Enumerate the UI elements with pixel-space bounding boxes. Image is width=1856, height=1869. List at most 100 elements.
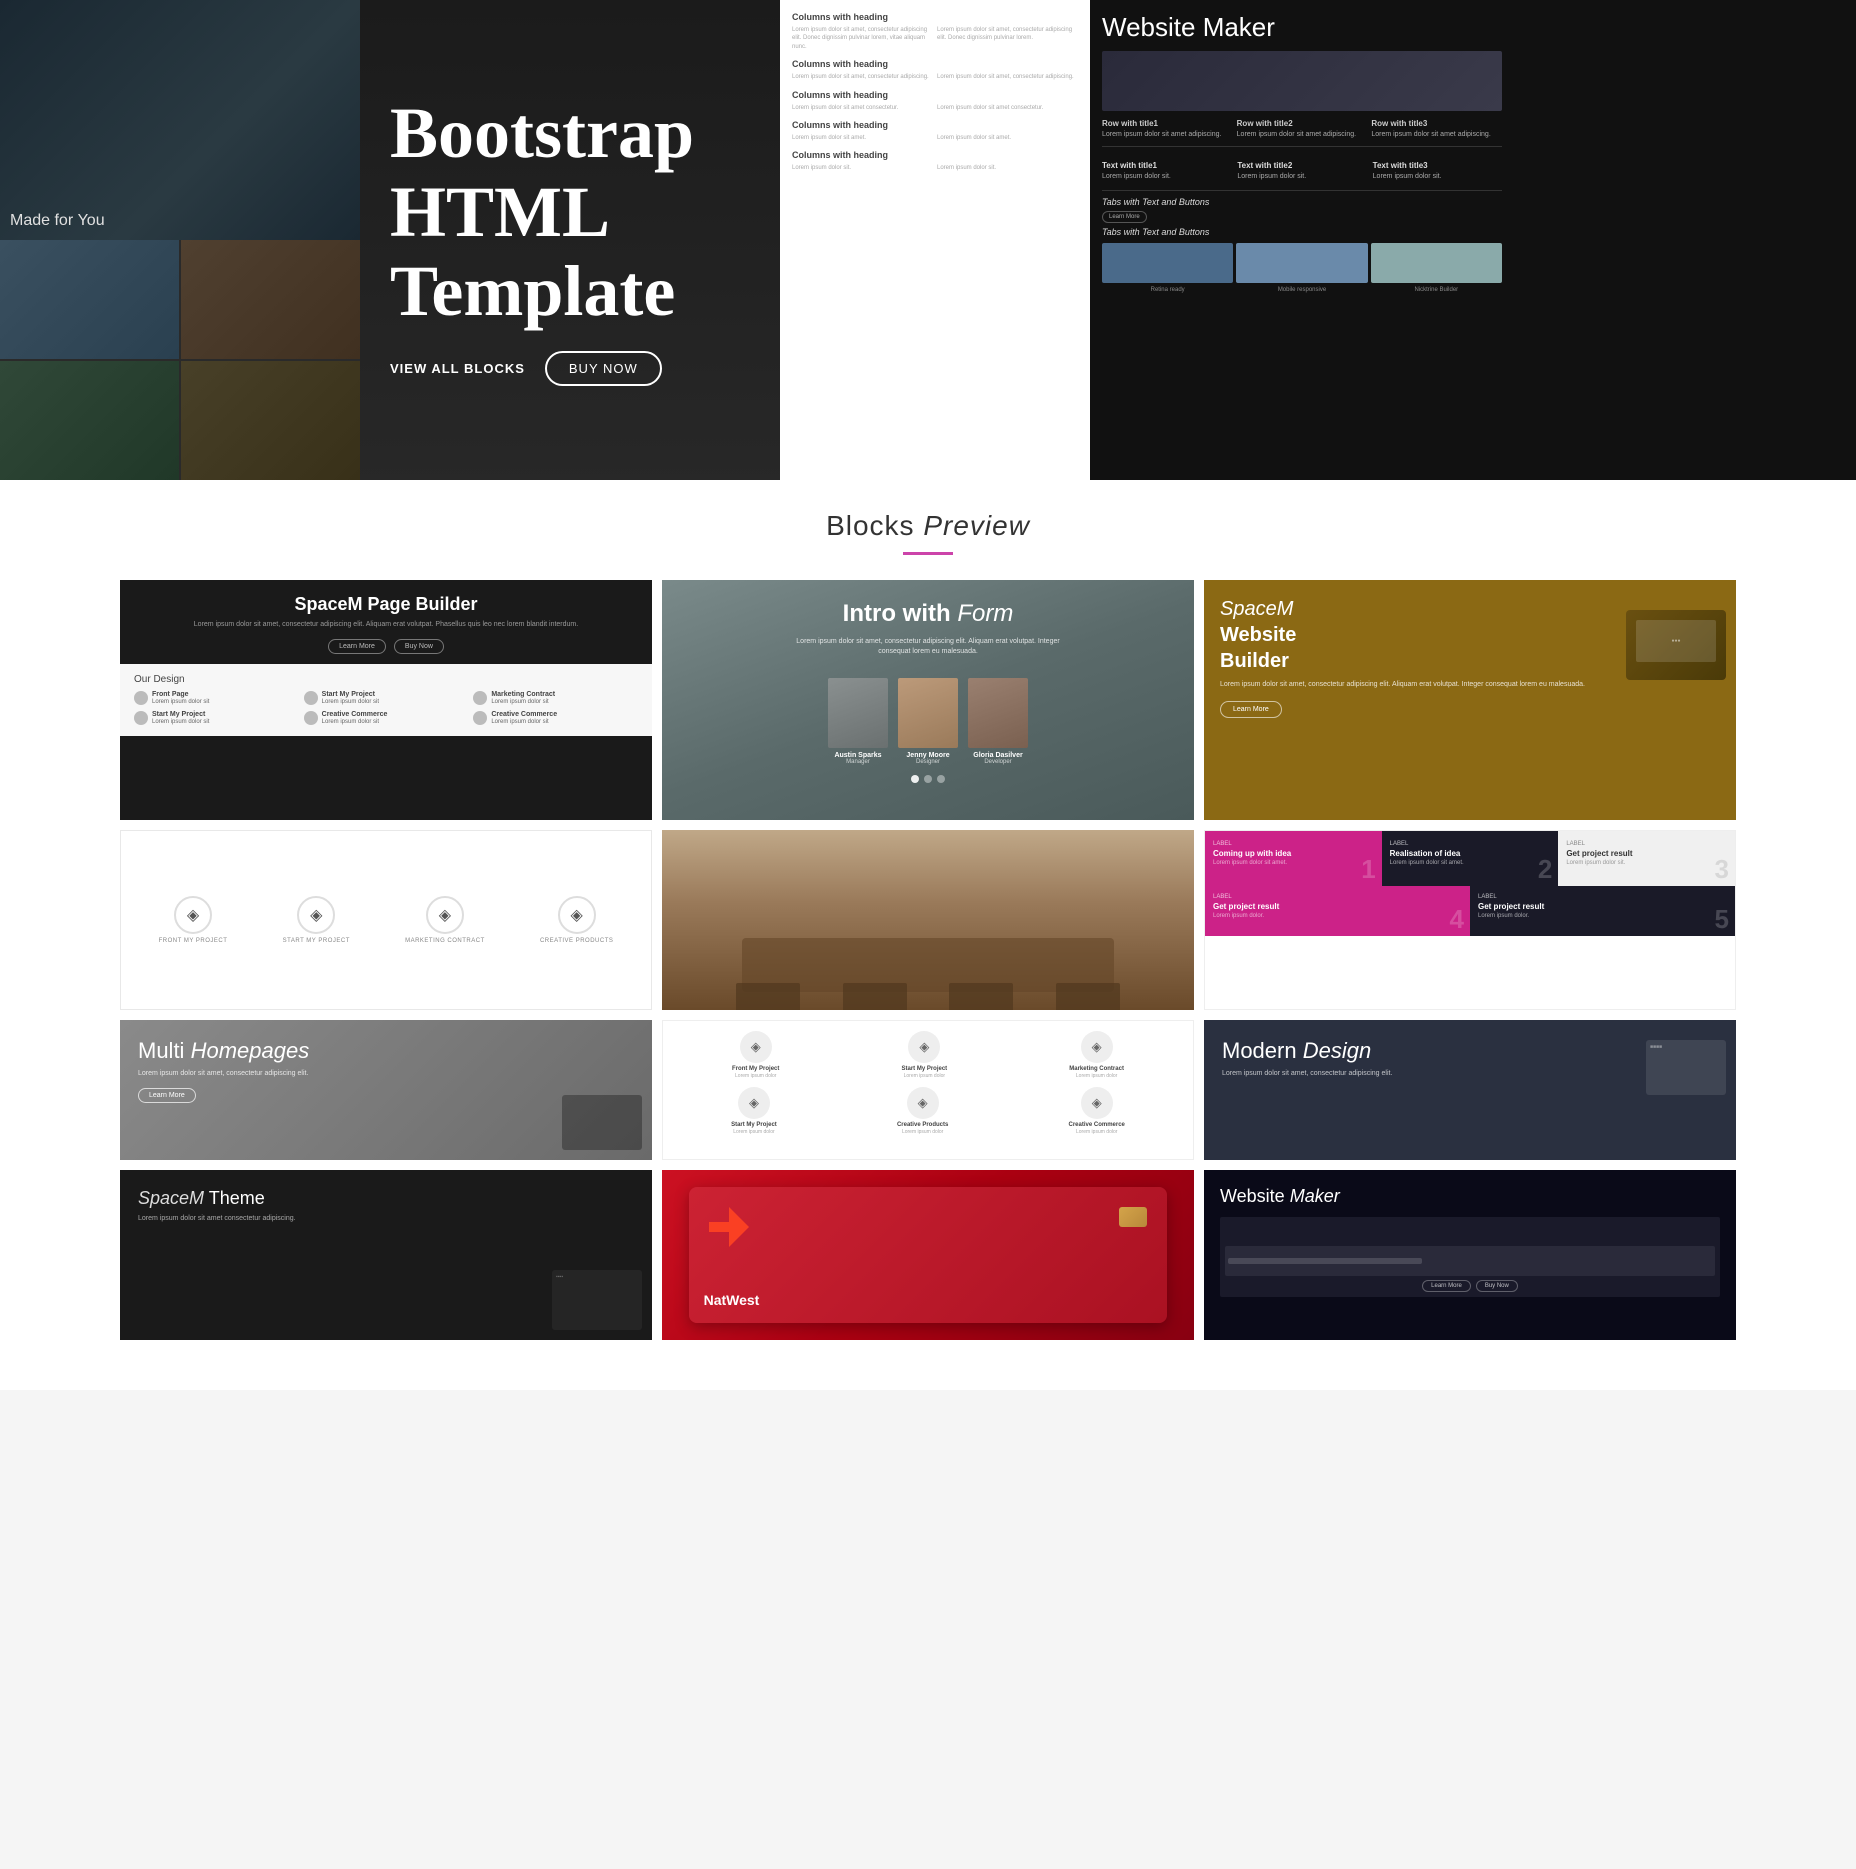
col-chunk-3a: Lorem ipsum dolor sit amet consectetur.	[792, 104, 933, 112]
cmhp-btn[interactable]: Learn More	[138, 1088, 196, 1103]
blocks-preview-title: Blocks Preview	[0, 510, 1856, 542]
process-bottom-row: LABEL Get project result Lorem ipsum dol…	[1205, 886, 1735, 936]
cwmd-title: Website Maker	[1220, 1186, 1720, 1207]
svc-name-2: Start My Project	[901, 1066, 947, 1072]
card-spacem-page-builder[interactable]: SpaceM Page Builder Lorem ipsum dolor si…	[120, 580, 652, 820]
svc-2: ◈ Start My Project Lorem ipsum dolor	[901, 1031, 947, 1079]
od-text-2: Start My ProjectLorem ipsum dolor sit	[322, 691, 379, 706]
ps5-title: Get project result	[1478, 902, 1727, 911]
col-heading-4: Columns with heading	[792, 120, 1078, 130]
card-spacem-theme[interactable]: SpaceM Theme Lorem ipsum dolor sit amet …	[120, 1170, 652, 1340]
wm-learn-more-btn[interactable]: Learn More	[1102, 211, 1147, 223]
ps3-num: 3	[1715, 856, 1729, 882]
card-website-maker-dark[interactable]: Website Maker Learn More Buy Now	[1204, 1170, 1736, 1340]
wm-photo-2	[1236, 243, 1367, 283]
svc-desc-3: Lorem ipsum dolor	[1069, 1073, 1124, 1079]
col-chunk-4b: Lorem ipsum dolor sit amet.	[937, 134, 1078, 142]
od-item-6: Creative CommerceLorem ipsum dolor sit	[473, 711, 638, 726]
card-multi-homepages[interactable]: Multi Homepages Lorem ipsum dolor sit am…	[120, 1020, 652, 1160]
col-heading-5: Columns with heading	[792, 150, 1078, 160]
icon-circle-2: ◈	[297, 896, 335, 934]
hero-title-area: Bootstrap HTML Template VIEW ALL BLOCKS …	[360, 0, 780, 480]
cwmd-btn-2[interactable]: Buy Now	[1476, 1280, 1518, 1292]
natwest-chip	[1119, 1207, 1147, 1227]
cwb-desc: Lorem ipsum dolor sit amet, consectetur …	[1220, 680, 1720, 691]
svc-icon-1: ◈	[740, 1031, 772, 1063]
cmhp-laptop	[562, 1095, 642, 1150]
cpb-header: SpaceM Page Builder Lorem ipsum dolor si…	[120, 580, 652, 662]
svc-desc-5: Lorem ipsum dolor	[897, 1129, 948, 1135]
cif-avatar-1	[828, 678, 888, 748]
made-for-you-text: Made for You	[10, 212, 105, 230]
wm-col-1: Row with title1 Lorem ipsum dolor sit am…	[1102, 119, 1233, 140]
chair-4	[1056, 983, 1120, 1010]
col-heading-2: Columns with heading	[792, 59, 1078, 69]
ps4-text: Lorem ipsum dolor.	[1213, 913, 1462, 921]
od-text-3: Marketing ContractLorem ipsum dolor sit	[491, 691, 555, 706]
od-icon-4	[134, 711, 148, 725]
card-process[interactable]: LABEL Coming up with idea Lorem ipsum do…	[1204, 830, 1736, 1010]
cif-team-row: Austin Sparks Manager Jenny Moore Design…	[662, 678, 1194, 775]
svc-6: ◈ Creative Commerce Lorem ipsum dolor	[1069, 1087, 1125, 1135]
services-row-2: ◈ Start My Project Lorem ipsum dolor ◈ C…	[671, 1087, 1185, 1135]
chair-1	[736, 983, 800, 1010]
cst-desc: Lorem ipsum dolor sit amet consectetur a…	[138, 1214, 634, 1225]
hero-section: Made for You Bootstrap HTML Template VIE…	[0, 0, 1856, 480]
cwb-btn[interactable]: Learn More	[1220, 701, 1282, 718]
card-intro-form[interactable]: Intro with Form Lorem ipsum dolor sit am…	[662, 580, 1194, 820]
cif-avatar-2	[898, 678, 958, 748]
od-icon-2	[304, 691, 318, 705]
col-section-1: Columns with heading Lorem ipsum dolor s…	[792, 12, 1078, 51]
wm-photo-1	[1102, 243, 1233, 283]
icon-label-2: Start My Project	[283, 938, 350, 944]
od-icon-1	[134, 691, 148, 705]
cif-desc: Lorem ipsum dolor sit amet, consectetur …	[788, 637, 1068, 658]
cpb-our-design: Our Design Front PageLorem ipsum dolor s…	[120, 664, 652, 737]
cif-member-1: Austin Sparks Manager	[828, 678, 888, 765]
svc-name-1: Front My Project	[732, 1066, 779, 1072]
cif-name-1: Austin Sparks	[828, 752, 888, 759]
lower-section: Blocks Preview SpaceM Page Builder Lorem…	[0, 480, 1856, 1390]
card-office-photo[interactable]	[662, 830, 1194, 1010]
col-chunk-3b: Lorem ipsum dolor sit amet consectetur.	[937, 104, 1078, 112]
cif-dot-3	[937, 775, 945, 783]
cwb-screen: ●●●	[1636, 620, 1716, 662]
ps1-text: Lorem ipsum dolor sit amet.	[1213, 860, 1374, 868]
ps3-title: Get project result	[1566, 849, 1727, 858]
ps1-label: LABEL	[1213, 841, 1374, 847]
card-natwest[interactable]: NatWest	[662, 1170, 1194, 1340]
process-step-1: LABEL Coming up with idea Lorem ipsum do…	[1205, 831, 1382, 886]
od-item-2: Start My ProjectLorem ipsum dolor sit	[304, 691, 469, 706]
icon-item-1: ◈ Front My Project	[159, 896, 228, 944]
cmhp-title: Multi Homepages	[138, 1038, 634, 1064]
wm-col-2: Row with title2 Lorem ipsum dolor sit am…	[1237, 119, 1368, 140]
view-all-button[interactable]: VIEW ALL BLOCKS	[390, 361, 525, 376]
ps2-text: Lorem ipsum dolor sit amet.	[1390, 860, 1551, 868]
cif-name-3: Gloria Dasilver	[968, 752, 1028, 759]
buy-now-button[interactable]: BUY NOW	[545, 351, 662, 386]
icon-circle-3: ◈	[426, 896, 464, 934]
ps4-label: LABEL	[1213, 894, 1462, 900]
card-icons-row[interactable]: ◈ Front My Project ◈ Start My Project ◈ …	[120, 830, 652, 1010]
office-chairs	[715, 983, 1141, 1010]
cwmd-btn-1[interactable]: Learn More	[1422, 1280, 1471, 1292]
ps2-label: LABEL	[1390, 841, 1551, 847]
card-spacem-website-builder[interactable]: SpaceM Website Builder Lorem ipsum dolor…	[1204, 580, 1736, 820]
ps2-title: Realisation of idea	[1390, 849, 1551, 858]
cpb-learn-more[interactable]: Learn More	[328, 639, 386, 654]
website-maker-three-col: Row with title1 Lorem ipsum dolor sit am…	[1102, 119, 1502, 140]
ps1-title: Coming up with idea	[1213, 849, 1374, 858]
card-services[interactable]: ◈ Front My Project Lorem ipsum dolor ◈ S…	[662, 1020, 1194, 1160]
cwmd-btns: Learn More Buy Now	[1225, 1280, 1715, 1292]
card-modern-design[interactable]: Modern Design Lorem ipsum dolor sit amet…	[1204, 1020, 1736, 1160]
cpb-buy-now[interactable]: Buy Now	[394, 639, 444, 654]
cpb-od-title: Our Design	[134, 674, 638, 685]
col-body-5: Lorem ipsum dolor sit. Lorem ipsum dolor…	[792, 164, 1078, 172]
col-chunk-2a: Lorem ipsum dolor sit amet, consectetur …	[792, 73, 933, 81]
process-top-row: LABEL Coming up with idea Lorem ipsum do…	[1205, 831, 1735, 886]
col-body-3: Lorem ipsum dolor sit amet consectetur. …	[792, 104, 1078, 112]
hero-left-panel: Made for You	[0, 0, 360, 480]
process-step-3: LABEL Get project result Lorem ipsum dol…	[1558, 831, 1735, 886]
cst-title: SpaceM Theme	[138, 1188, 634, 1209]
hero-buttons: VIEW ALL BLOCKS BUY NOW	[390, 351, 694, 386]
